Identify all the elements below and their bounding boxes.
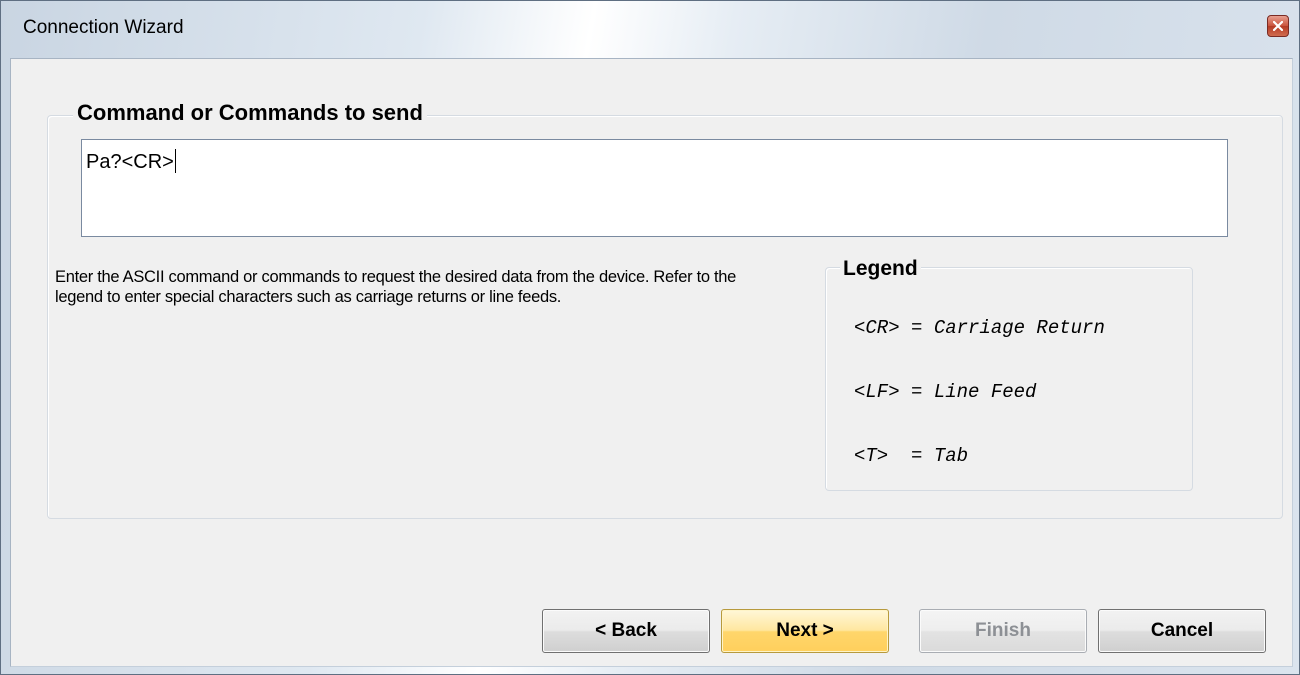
wizard-window: Connection Wizard Command or Commands to…	[0, 0, 1300, 675]
close-button[interactable]	[1267, 15, 1289, 37]
close-icon	[1273, 21, 1283, 31]
text-caret	[174, 149, 176, 173]
legend-item-tab: <T> = Tab	[854, 445, 969, 467]
command-groupbox-title: Command or Commands to send	[73, 100, 427, 126]
legend-item-lf: <LF> = Line Feed	[854, 381, 1037, 403]
back-button[interactable]: < Back	[542, 609, 710, 653]
wizard-client-area: Command or Commands to send Pa?<CR> Ente…	[10, 58, 1293, 667]
legend-item-cr: <CR> = Carriage Return	[854, 317, 1105, 339]
finish-button[interactable]: Finish	[919, 609, 1087, 653]
legend-title: Legend	[840, 257, 921, 281]
title-bar[interactable]: Connection Wizard	[1, 1, 1299, 59]
next-button[interactable]: Next >	[721, 609, 889, 653]
window-title: Connection Wizard	[23, 17, 184, 38]
cancel-button[interactable]: Cancel	[1098, 609, 1266, 653]
command-input-value: Pa?<CR>	[86, 149, 176, 173]
command-input[interactable]: Pa?<CR>	[81, 139, 1228, 237]
instructions-text: Enter the ASCII command or commands to r…	[55, 268, 737, 306]
